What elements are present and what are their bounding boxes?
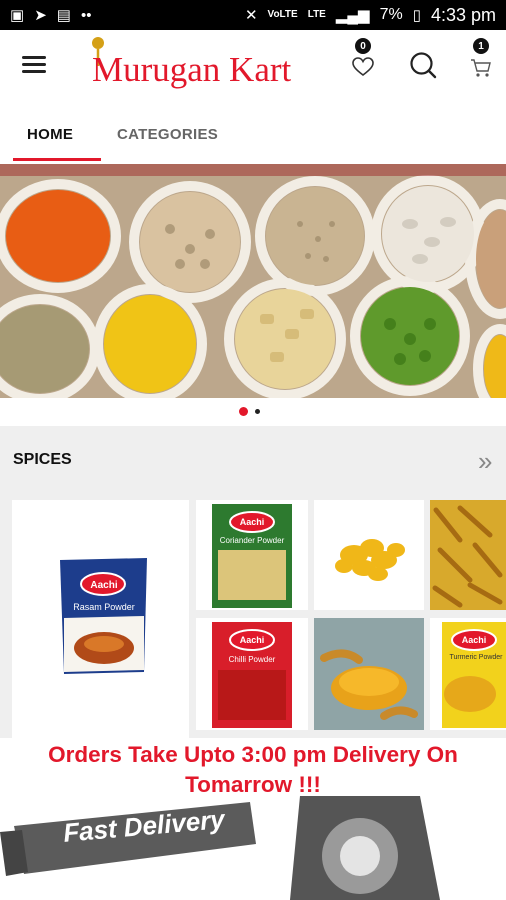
product-tile-chilli-powder[interactable]: Aachi Chilli Powder [196, 618, 308, 730]
coriander-name: Coriander Powder [219, 536, 285, 545]
heart-icon [352, 57, 374, 77]
coriander-brand: Aachi [239, 517, 265, 527]
more-notifications-icon: •• [80, 6, 92, 24]
mute-icon: ✕ [244, 6, 258, 24]
product-tile-turmeric-powder-bowl[interactable] [314, 618, 424, 730]
signal-icon: ▂▄▆ [335, 6, 370, 24]
brand-logo[interactable]: Murugan Kart [86, 36, 326, 96]
brand-name: Murugan Kart [92, 50, 292, 89]
product-tile-turmeric-powder[interactable]: Aachi Turmeric Powder [430, 618, 506, 730]
chilli-name: Chilli Powder [228, 655, 276, 664]
grain-sacks-banner-image [0, 164, 506, 398]
product-tile-turmeric-roots[interactable] [314, 500, 424, 610]
chilli-brand: Aachi [239, 635, 265, 645]
active-tab-indicator [13, 158, 101, 161]
battery-percent: 7% [379, 6, 403, 23]
delivery-notice-text: Orders Take Upto 3:00 pm Delivery On Tom… [48, 742, 458, 797]
delivery-notice: Orders Take Upto 3:00 pm Delivery On Tom… [0, 738, 506, 900]
tab-home[interactable]: HOME [27, 126, 73, 143]
rasam-brand: Aachi [90, 580, 118, 591]
system-icons: ✕ VoLTE LTE ▂▄▆ 7% ▯ 4:33 pm [245, 5, 496, 26]
app-header: Murugan Kart 0 1 [0, 30, 506, 106]
hamburger-menu-icon[interactable] [20, 52, 50, 78]
volte-label: VoLTE [267, 9, 298, 20]
notification-icons: ▣ ➤ ▤ •• [10, 8, 91, 23]
carousel-indicator [0, 398, 506, 426]
network-label: LTE [307, 9, 326, 20]
section-title: SPICES [13, 451, 72, 468]
rasam-powder-pack-image [60, 558, 147, 674]
wishlist-count-badge: 0 [355, 38, 371, 54]
view-all-chevron-icon[interactable]: » [478, 448, 492, 474]
banner-carousel[interactable] [0, 164, 506, 398]
search-icon [410, 52, 437, 79]
carousel-dot-1[interactable] [239, 407, 248, 416]
product-tile-coriander-powder[interactable]: Aachi Coriander Powder [196, 500, 308, 610]
app-notification-icon: ▤ [56, 6, 71, 24]
telegram-notification-icon: ➤ [34, 6, 47, 24]
clock: 4:33 pm [430, 4, 496, 25]
product-tile-rasam-powder[interactable]: Aachi Rasam Powder [12, 500, 189, 738]
gallery-notification-icon: ▣ [10, 6, 25, 24]
wishlist-button[interactable]: 0 [351, 38, 377, 78]
turmeric-powder-bowl-image [314, 618, 424, 730]
turmeric-name: Turmeric Powder [449, 654, 503, 661]
dried-turmeric-image [430, 500, 506, 610]
battery-icon: ▯ [412, 6, 421, 24]
cart-icon [471, 59, 491, 77]
status-bar: ▣ ➤ ▤ •• ✕ VoLTE LTE ▂▄▆ 7% ▯ 4:33 pm [0, 0, 506, 30]
tab-categories[interactable]: CATEGORIES [117, 126, 218, 143]
product-tile-dried-turmeric[interactable] [430, 500, 506, 610]
fast-delivery-illustration [0, 796, 506, 900]
rasam-name: Rasam Powder [73, 602, 135, 612]
turmeric-roots-image [335, 539, 405, 581]
carousel-dot-2[interactable] [255, 409, 260, 414]
cart-button[interactable]: 1 [470, 38, 494, 80]
tab-bar: HOME CATEGORIES [0, 106, 506, 163]
search-button[interactable] [409, 51, 437, 81]
turmeric-brand: Aachi [461, 635, 487, 645]
cart-count-badge: 1 [473, 38, 489, 54]
